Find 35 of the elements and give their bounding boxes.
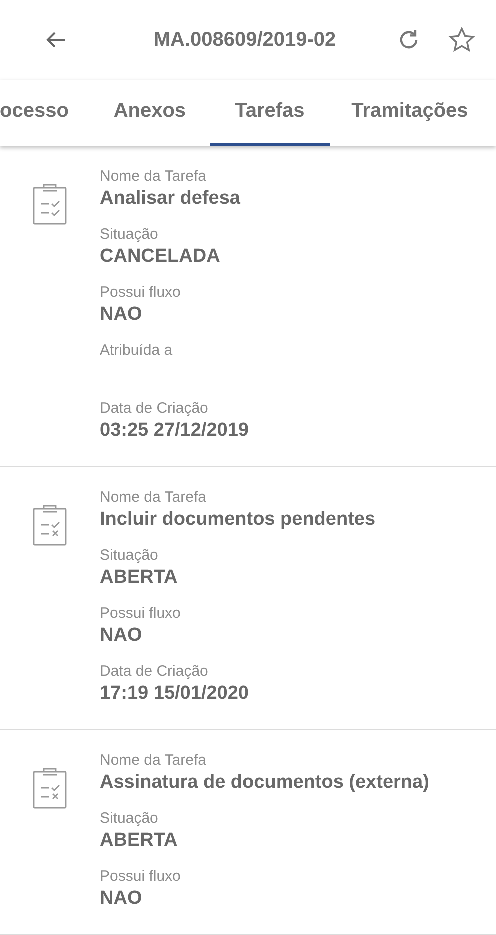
field-label: Nome da Tarefa	[100, 752, 208, 770]
field-value: Analisar defesa	[100, 187, 242, 211]
checklist-icon	[32, 182, 68, 226]
field-label: Situação	[100, 547, 160, 565]
field-value: ABERTA	[100, 829, 179, 853]
tab[interactable]: Tramitações	[330, 80, 490, 146]
task-card[interactable]: Nome da Tarefa Incluir documentos pendentes Situação ABERTA Possui fluxo NAO Data de Criação 17:19 15/01/2020	[0, 467, 496, 730]
tab[interactable]: ocesso	[0, 80, 69, 146]
field-label: Situação	[100, 226, 160, 244]
field-label: Data de Criação	[100, 400, 210, 418]
field-label: Possui fluxo	[100, 605, 182, 623]
field-value: NAO	[100, 887, 144, 911]
tab[interactable]: Tarefas	[210, 80, 330, 146]
field-label: Possui fluxo	[100, 868, 182, 886]
field-value: ABERTA	[100, 566, 179, 590]
field-label: Nome da Tarefa	[100, 489, 208, 507]
field-value: Assinatura de documentos (externa)	[100, 771, 430, 795]
field-label: Situação	[100, 810, 160, 828]
star-icon	[448, 26, 476, 54]
field-value: Incluir documentos pendentes	[100, 508, 376, 532]
task-list-icon	[32, 503, 68, 547]
field-value: NAO	[100, 624, 144, 648]
field-value: 03:25 27/12/2019	[100, 419, 249, 443]
field-label: Possui fluxo	[100, 284, 182, 302]
field-value: NAO	[100, 303, 144, 327]
task-card[interactable]: Nome da Tarefa Assinatura de documentos (externa) Situação ABERTA Possui fluxo NAO	[0, 730, 496, 935]
task-list-icon	[32, 766, 68, 810]
field-label: Nome da Tarefa	[100, 168, 208, 186]
field-value: 17:19 15/01/2020	[100, 682, 250, 706]
page-title: MA.008609/2019-02	[152, 28, 338, 52]
task-card[interactable]: Nome da Tarefa Analisar defesa Situação CANCELADA Possui fluxo NAO Atribuída a Data de Criação 03:25 27/12/2019	[0, 146, 496, 467]
field-label: Data de Criação	[100, 663, 210, 681]
field-label: Atribuída a	[100, 342, 174, 360]
tab[interactable]: Anexos	[90, 80, 210, 146]
field-value: CANCELADA	[100, 245, 222, 269]
